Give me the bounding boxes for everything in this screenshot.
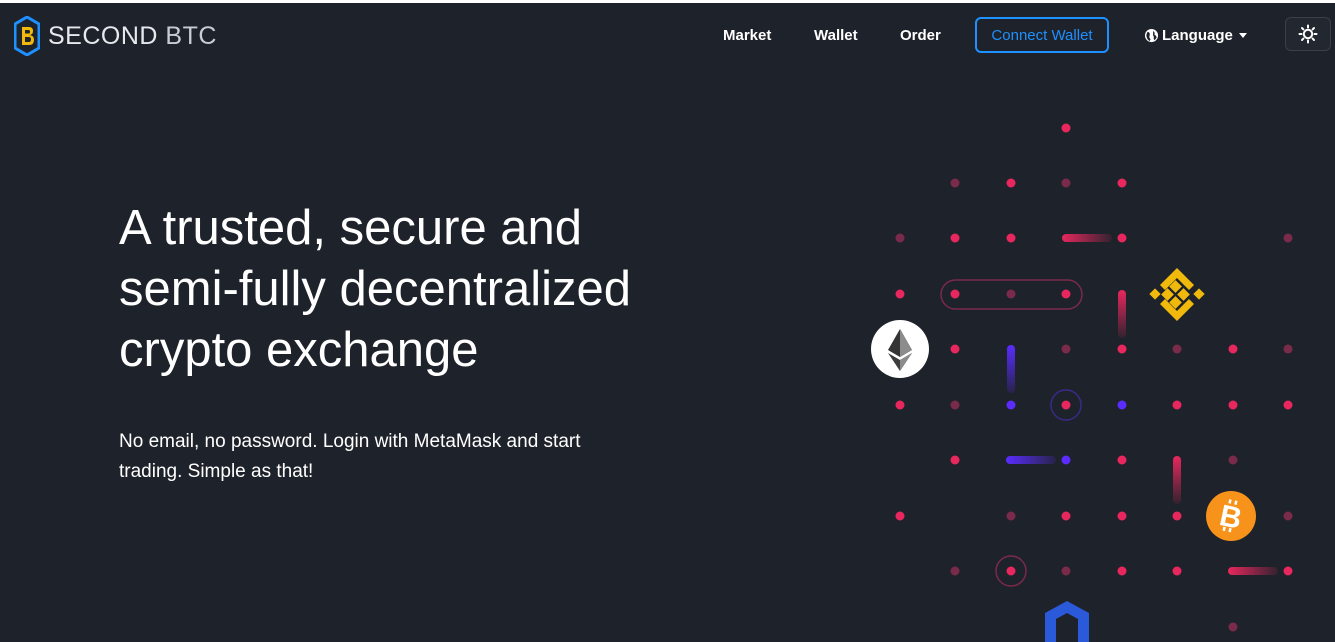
network-bar (1228, 567, 1278, 575)
bitcoin-icon: B (1206, 491, 1256, 541)
chainlink-icon (1045, 601, 1089, 642)
network-bar (1062, 234, 1112, 242)
network-dots (895, 123, 1293, 632)
network-bar (1173, 456, 1181, 504)
crypto-network-illustration: B (871, 123, 1293, 642)
ethereum-icon (871, 320, 929, 378)
binance-icon (1149, 268, 1205, 321)
network-bar (1006, 456, 1056, 464)
network-bar (1007, 345, 1015, 393)
network-bar (1118, 290, 1126, 338)
